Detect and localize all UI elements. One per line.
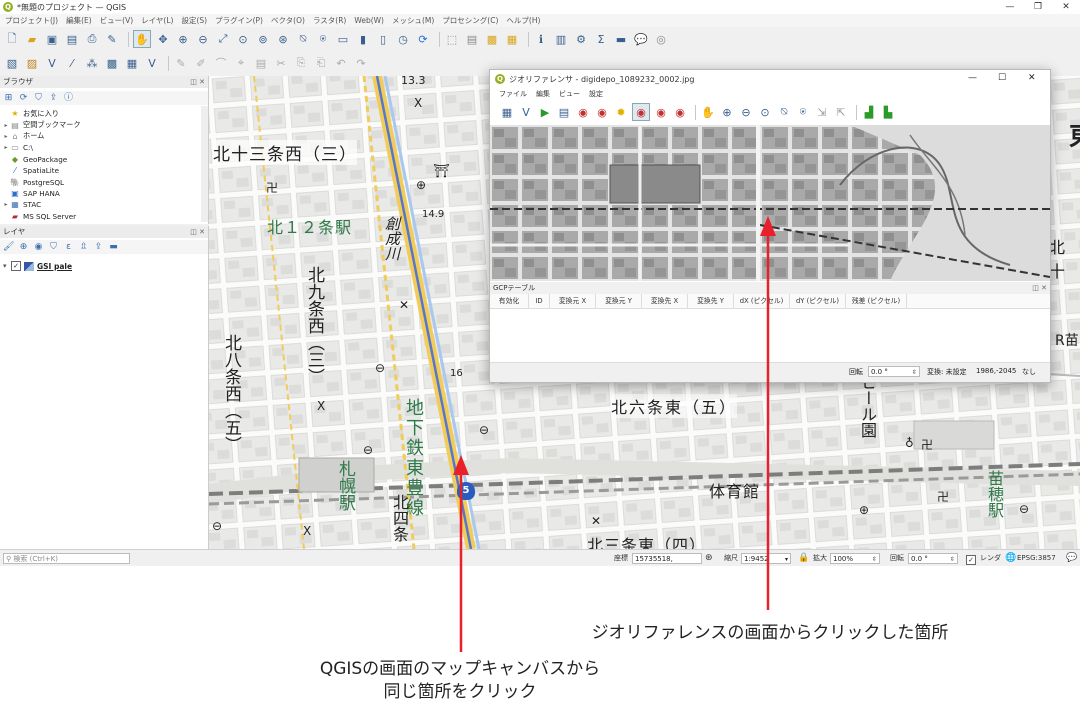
annotation-left-line2: 同じ箇所をクリック	[383, 682, 537, 702]
annotation-arrows	[453, 216, 776, 652]
arrow-head-left	[453, 455, 469, 475]
annotation-left-line1: QGISの画面のマップキャンバスから	[319, 659, 601, 679]
arrow-head-right	[760, 216, 776, 236]
annotation-right: ジオリファレンスの画面からクリックした箇所	[591, 623, 949, 643]
